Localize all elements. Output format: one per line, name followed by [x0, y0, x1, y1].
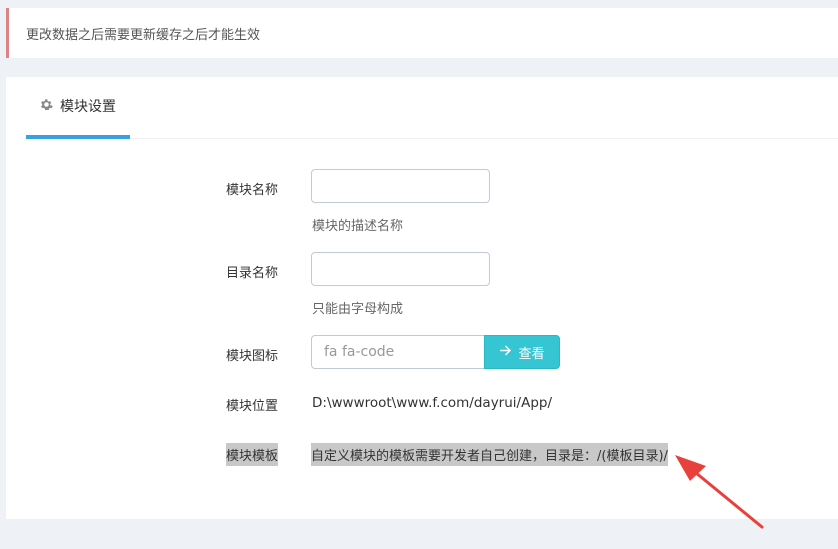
- module-path-label: 模块位置: [226, 399, 279, 414]
- dirname-input[interactable]: [311, 252, 490, 286]
- tab-label: 模块设置: [60, 99, 116, 115]
- module-name-label: 模块名称: [226, 183, 279, 198]
- module-template-value: 自定义模块的模板需要开发者自己创建，目录是：/(模板目录)/: [311, 443, 668, 466]
- gear-icon: [40, 98, 53, 115]
- view-icon-button[interactable]: 查看: [484, 335, 560, 369]
- arrow-right-icon: [499, 344, 512, 361]
- module-icon-input[interactable]: [311, 335, 485, 369]
- tab-module-settings[interactable]: 模块设置: [26, 77, 130, 139]
- module-icon-label: 模块图标: [226, 349, 279, 364]
- module-template-label: 模块模板: [226, 443, 279, 466]
- module-path-value: D:\wwwroot\www.f.com/dayrui/App/: [312, 395, 553, 411]
- view-button-label: 查看: [518, 346, 545, 362]
- cache-notice-text: 更改数据之后需要更新缓存之后才能生效: [26, 27, 261, 43]
- module-name-input[interactable]: [311, 169, 490, 203]
- dirname-help: 只能由字母构成: [312, 302, 404, 317]
- cache-notice-alert: 更改数据之后需要更新缓存之后才能生效: [6, 8, 838, 58]
- tab-bar: 模块设置: [26, 77, 838, 139]
- dirname-label: 目录名称: [226, 266, 279, 281]
- module-settings-panel: 模块设置 模块名称 模块的描述名称 目录名称 只能由字母构成 模块图标 查看 模…: [6, 77, 838, 519]
- module-name-help: 模块的描述名称: [312, 219, 404, 234]
